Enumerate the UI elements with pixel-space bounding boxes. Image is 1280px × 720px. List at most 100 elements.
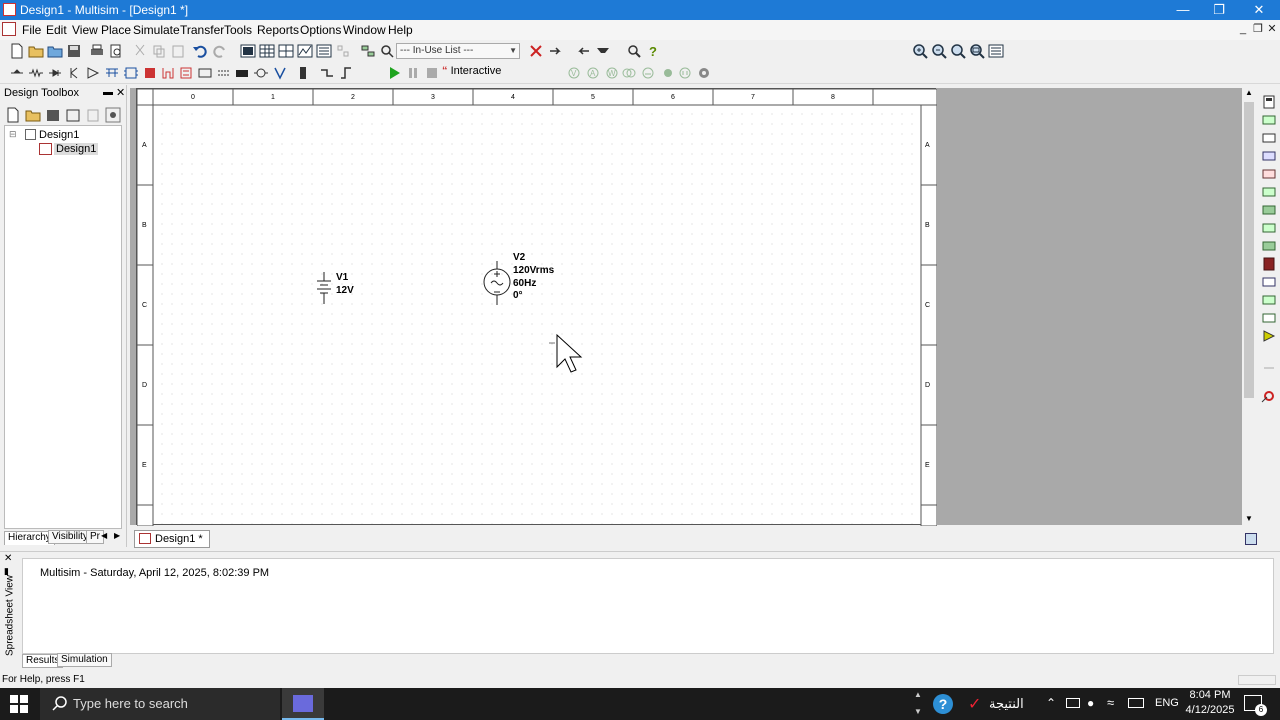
place-advanced-peripherals-icon[interactable]	[160, 65, 176, 81]
iv-analyzer-icon[interactable]	[1261, 274, 1277, 290]
place-analog-icon[interactable]	[85, 65, 101, 81]
frequency-counter-icon[interactable]	[1261, 202, 1277, 218]
save-icon[interactable]	[66, 43, 82, 59]
menu-edit[interactable]: Edit	[46, 23, 67, 37]
grid-icon[interactable]	[259, 43, 275, 59]
menu-file[interactable]: File	[22, 23, 41, 37]
vertical-scrollbar[interactable]: ▲ ▼	[1242, 88, 1256, 525]
multimeter-icon[interactable]	[1261, 94, 1277, 110]
document-menu-icon[interactable]	[2, 22, 16, 36]
probe-differential-icon[interactable]	[621, 65, 637, 81]
mdi-close-button[interactable]: ✕	[1265, 22, 1279, 36]
show-hidden-icons-chevron-icon[interactable]: ⌃	[1046, 696, 1056, 710]
menu-options[interactable]: Options	[300, 23, 341, 37]
menu-window[interactable]: Window	[343, 23, 386, 37]
zoom-out-icon[interactable]	[931, 43, 947, 59]
delete-design-icon[interactable]	[85, 107, 101, 123]
labview-instrument-icon[interactable]	[1261, 360, 1277, 376]
location-icon[interactable]: ●	[1087, 696, 1094, 710]
open-samples-icon[interactable]	[47, 43, 63, 59]
red-app-tray-icon[interactable]: ✓	[968, 694, 981, 714]
interactive-mode-button[interactable]: “ Interactive	[442, 65, 501, 77]
logic-analyzer-icon[interactable]	[1261, 256, 1277, 272]
place-misc-digital-icon[interactable]	[178, 65, 194, 81]
place-misc-icon[interactable]	[253, 65, 269, 81]
results-log-area[interactable]: Multisim - Saturday, April 12, 2025, 8:0…	[22, 558, 1274, 654]
help-tray-icon[interactable]: ?	[933, 694, 953, 714]
place-indicator-icon[interactable]	[216, 65, 232, 81]
forward-annotate-icon[interactable]	[575, 43, 591, 59]
menu-simulate[interactable]: Simulate	[133, 23, 180, 37]
tab-scroll-right-icon[interactable]: ▶	[114, 531, 120, 540]
grapher-icon[interactable]	[297, 43, 313, 59]
place-transistor-icon[interactable]	[66, 65, 82, 81]
run-simulation-icon[interactable]	[386, 65, 402, 81]
v2-phase-label[interactable]: 0°	[513, 290, 523, 301]
minimize-button[interactable]: —	[1164, 0, 1202, 20]
tab-scroll-left-icon[interactable]: ◀	[101, 531, 107, 540]
menu-view[interactable]: View	[72, 23, 98, 37]
menu-help[interactable]: Help	[388, 23, 413, 37]
multisim-app-icon[interactable]	[3, 3, 16, 16]
v2-frequency-label[interactable]: 60Hz	[513, 278, 536, 289]
redo-icon[interactable]	[212, 43, 228, 59]
v2-voltage-label[interactable]: 120Vrms	[513, 265, 555, 276]
save-design-icon[interactable]	[45, 107, 61, 123]
spectrum-analyzer-icon[interactable]	[1261, 310, 1277, 326]
panel-close-icon[interactable]: ✕	[116, 86, 125, 99]
place-ttl-icon[interactable]	[104, 65, 120, 81]
taskbar-scroll-down-icon[interactable]: ▼	[914, 707, 922, 716]
pause-simulation-icon[interactable]	[405, 65, 421, 81]
restore-button[interactable]: ❐	[1200, 0, 1238, 20]
place-power-component-icon[interactable]	[234, 65, 250, 81]
current-probe-icon[interactable]	[1261, 388, 1277, 404]
place-mcu-icon[interactable]	[142, 65, 158, 81]
wifi-icon[interactable]: ≈	[1107, 695, 1114, 710]
database-manager-icon[interactable]	[360, 43, 376, 59]
scroll-up-icon[interactable]: ▲	[1245, 88, 1253, 97]
probe-reference-icon[interactable]	[660, 65, 676, 81]
mdi-minimize-button[interactable]: _	[1236, 22, 1250, 36]
place-mixed-icon[interactable]	[197, 65, 213, 81]
spreadsheet-view-icon[interactable]	[278, 43, 294, 59]
place-hierarchical-icon[interactable]	[338, 65, 354, 81]
v1-dc-battery-symbol[interactable]	[317, 272, 331, 304]
place-rf-icon[interactable]	[272, 65, 288, 81]
probe-digital-icon[interactable]	[640, 65, 656, 81]
arabic-tray-label[interactable]: النتيجة	[989, 696, 1024, 712]
word-generator-icon[interactable]	[1261, 220, 1277, 236]
postprocessor-icon[interactable]	[316, 43, 332, 59]
copy-icon[interactable]	[151, 43, 167, 59]
zoom-sheet-icon[interactable]	[969, 43, 985, 59]
in-use-list-dropdown[interactable]: --- In-Use List --- ▼	[396, 43, 520, 59]
new-file-icon[interactable]	[9, 43, 25, 59]
four-channel-oscilloscope-icon[interactable]	[1261, 166, 1277, 182]
menu-tools[interactable]: Tools	[224, 23, 252, 37]
close-design-icon[interactable]	[65, 107, 81, 123]
toolbox-settings-icon[interactable]	[105, 107, 121, 123]
probe-dual-icon[interactable]	[677, 65, 693, 81]
back-annotate-icon[interactable]	[548, 43, 564, 59]
probe-settings-gear-icon[interactable]	[696, 65, 712, 81]
component-wizard-icon[interactable]	[335, 43, 351, 59]
scrollbar-thumb[interactable]	[1244, 102, 1254, 398]
menu-reports[interactable]: Reports	[257, 23, 299, 37]
collapse-icon[interactable]: ⊟	[9, 129, 17, 140]
transfer-icon[interactable]	[595, 43, 611, 59]
zoom-area-icon[interactable]	[950, 43, 966, 59]
tab-design1-sheet[interactable]: Design1 *	[134, 530, 210, 548]
open-design-icon[interactable]	[25, 107, 41, 123]
taskbar-search-box[interactable]: Type here to search	[40, 688, 280, 720]
paste-icon[interactable]	[170, 43, 186, 59]
close-button[interactable]: ✕	[1240, 0, 1278, 20]
keyboard-icon[interactable]	[1128, 698, 1144, 708]
place-diode-icon[interactable]	[47, 65, 63, 81]
tree-item-design-root[interactable]: Design1	[39, 129, 79, 141]
place-electromechanical-icon[interactable]	[295, 65, 311, 81]
open-folder-icon[interactable]	[28, 43, 44, 59]
place-connector-icon[interactable]	[319, 65, 335, 81]
taskbar-multisim-app[interactable]	[282, 688, 324, 720]
agilent-instrument-icon[interactable]	[1261, 328, 1277, 344]
full-screen-icon[interactable]	[988, 43, 1004, 59]
v1-value-label[interactable]: 12V	[336, 285, 354, 296]
